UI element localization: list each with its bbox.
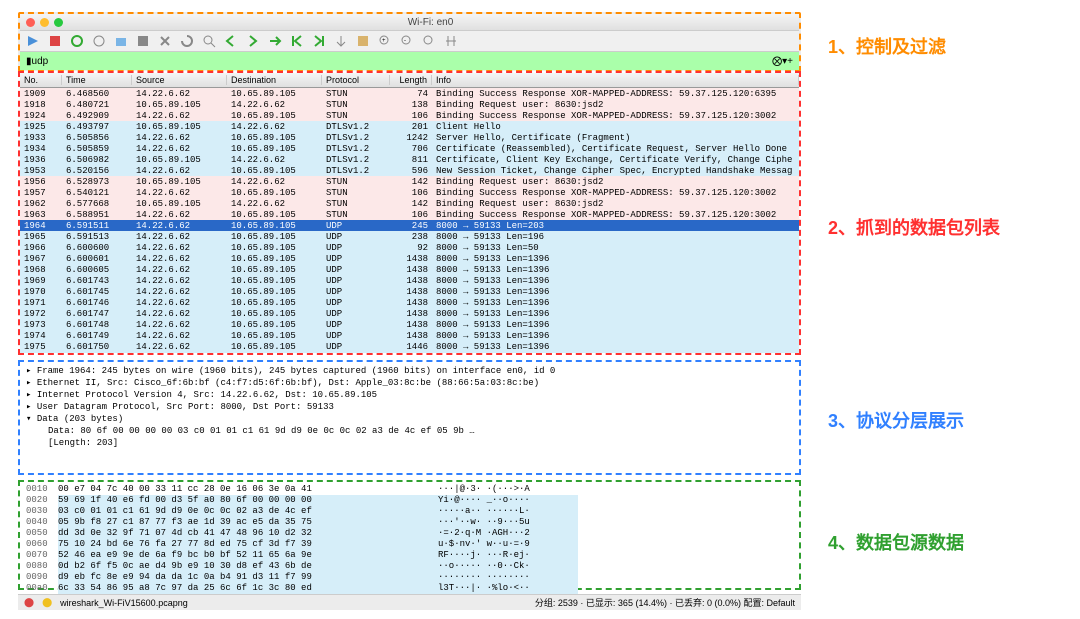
packet-row[interactable]: 19536.52015614.22.6.6210.65.89.105DTLSv1… [20,165,799,176]
packet-row[interactable]: 19686.60060514.22.6.6210.65.89.105UDP143… [20,264,799,275]
titlebar: Wi-Fi: en0 [20,14,799,30]
packet-row[interactable]: 19626.57766810.65.89.10514.22.6.62STUN14… [20,198,799,209]
col-destination[interactable]: Destination [227,75,322,85]
display-filter-bar: ▮ ⨂ ▾ + [20,52,799,70]
packet-row[interactable]: 19576.54012114.22.6.6210.65.89.105STUN10… [20,187,799,198]
packet-row[interactable]: 19726.60174714.22.6.6210.65.89.105UDP143… [20,308,799,319]
status-bar: ⬤ ⬤ wireshark_Wi-FiV15600.pcapng 分组: 253… [18,594,801,610]
annotation-3: 3、协议分层展示 [828,407,964,433]
hex-row[interactable]: 006075 10 24 bd 6e 76 fa 27 77 8d ed 75 … [26,539,793,550]
packet-row[interactable]: 19646.59151114.22.6.6210.65.89.105UDP245… [20,220,799,231]
toolbar-section: Wi-Fi: en0 + - ▮ ⨂ ▾ + [18,12,801,72]
next-icon[interactable] [246,34,260,48]
minimize-icon[interactable] [40,18,49,27]
tree-node[interactable]: [Length: 203] [26,437,793,449]
packet-row[interactable]: 19336.50585614.22.6.6210.65.89.105DTLSv1… [20,132,799,143]
reload-icon[interactable] [180,34,194,48]
packet-row[interactable]: 19666.60060014.22.6.6210.65.89.105UDP928… [20,242,799,253]
packet-row[interactable]: 19186.48072110.65.89.10514.22.6.62STUN13… [20,99,799,110]
expert-info-icon[interactable]: ⬤ [42,597,52,608]
last-icon[interactable] [312,34,326,48]
status-packets: 分组: 2539 · 已显示: 365 (14.4%) · 已丢弃: 0 (0.… [535,596,795,609]
col-length[interactable]: Length [390,75,432,85]
open-icon[interactable] [114,34,128,48]
hex-row[interactable]: 003003 c0 01 01 c1 61 9d d9 0e 0c 0c 02 … [26,506,793,517]
hex-row[interactable]: 00a06c 33 54 86 95 a8 7c 97 da 25 6c 6f … [26,583,793,594]
filter-clear-icon[interactable]: ⨂ [772,56,782,67]
packet-row[interactable]: 19766.60175114.22.6.6210.65.89.105UDP143… [20,352,799,355]
packet-details-tree[interactable]: ▸ Frame 1964: 245 bytes on wire (1960 bi… [18,360,801,475]
hex-row[interactable]: 007052 46 ea e9 9e de 6a f9 bc b0 bf 52 … [26,550,793,561]
zoom-in-icon[interactable]: + [378,34,392,48]
hex-row[interactable]: 004005 9b f8 27 c1 87 77 f3 ae 1d 39 ac … [26,517,793,528]
packet-row[interactable]: 19366.50698210.65.89.10514.22.6.62DTLSv1… [20,154,799,165]
svg-text:+: + [382,38,386,44]
col-time[interactable]: Time [62,75,132,85]
window-title: Wi-Fi: en0 [68,17,793,28]
packet-row[interactable]: 19346.50585914.22.6.6210.65.89.105DTLSv1… [20,143,799,154]
annotation-4: 4、数据包源数据 [828,529,964,555]
packet-row[interactable]: 19256.49379710.65.89.10514.22.6.62DTLSv1… [20,121,799,132]
close-file-icon[interactable] [158,34,172,48]
stop-capture-icon[interactable] [48,34,62,48]
svg-text:-: - [404,38,406,44]
col-info[interactable]: Info [432,75,799,85]
packet-row[interactable]: 19746.60174914.22.6.6210.65.89.105UDP143… [20,330,799,341]
prev-icon[interactable] [224,34,238,48]
packet-row[interactable]: 19696.60174314.22.6.6210.65.89.105UDP143… [20,275,799,286]
hex-row[interactable]: 0050dd 3d 0e 32 9f 71 07 4d cb 41 47 48 … [26,528,793,539]
packet-bytes-view[interactable]: 001000 e7 04 7c 40 00 33 11 cc 28 0e 16 … [18,480,801,590]
packet-row[interactable]: 19756.60175014.22.6.6210.65.89.105UDP144… [20,341,799,352]
tree-node[interactable]: ▸ User Datagram Protocol, Src Port: 8000… [26,401,793,413]
restart-capture-icon[interactable] [70,34,84,48]
stop-indicator-icon: ⬤ [24,597,34,608]
save-icon[interactable] [136,34,150,48]
packet-list[interactable]: No. Time Source Destination Protocol Len… [18,71,801,355]
zoom-out-icon[interactable]: - [400,34,414,48]
tree-node[interactable]: ▸ Frame 1964: 245 bytes on wire (1960 bi… [26,365,793,377]
packet-row[interactable]: 19716.60174614.22.6.6210.65.89.105UDP143… [20,297,799,308]
hex-row[interactable]: 001000 e7 04 7c 40 00 33 11 cc 28 0e 16 … [26,484,793,495]
zoom-reset-icon[interactable] [422,34,436,48]
tree-node[interactable]: ▾ Data (203 bytes) [26,413,793,425]
packet-row[interactable]: 19656.59151314.22.6.6210.65.89.105UDP238… [20,231,799,242]
hex-row[interactable]: 00800d b2 6f f5 0c ae d4 9b e9 10 30 d8 … [26,561,793,572]
packet-row[interactable]: 19246.49290914.22.6.6210.65.89.105STUN10… [20,110,799,121]
first-icon[interactable] [290,34,304,48]
hex-row[interactable]: 0090d9 eb fc 8e e9 94 da da 1c 0a b4 91 … [26,572,793,583]
annotation-1: 1、控制及过滤 [828,33,946,59]
zoom-icon[interactable] [54,18,63,27]
tree-node[interactable]: ▸ Internet Protocol Version 4, Src: 14.2… [26,389,793,401]
packet-row[interactable]: 19636.58895114.22.6.6210.65.89.105STUN10… [20,209,799,220]
packet-row[interactable]: 19676.60060114.22.6.6210.65.89.105UDP143… [20,253,799,264]
col-no[interactable]: No. [20,75,62,85]
options-icon[interactable] [92,34,106,48]
col-source[interactable]: Source [132,75,227,85]
colorize-icon[interactable] [356,34,370,48]
hex-row[interactable]: 002059 69 1f 40 e6 fd 00 d3 5f a0 80 6f … [26,495,793,506]
close-icon[interactable] [26,18,35,27]
col-protocol[interactable]: Protocol [322,75,390,85]
status-file: wireshark_Wi-FiV15600.pcapng [60,598,527,608]
resize-columns-icon[interactable] [444,34,458,48]
goto-icon[interactable] [268,34,282,48]
packet-row[interactable]: 19096.46856014.22.6.6210.65.89.105STUN74… [20,88,799,99]
tree-node[interactable]: ▸ Ethernet II, Src: Cisco_6f:6b:bf (c4:f… [26,377,793,389]
autoscroll-icon[interactable] [334,34,348,48]
annotation-2: 2、抓到的数据包列表 [828,214,1000,240]
packet-row[interactable]: 19736.60174814.22.6.6210.65.89.105UDP143… [20,319,799,330]
packet-row[interactable]: 19566.52897310.65.89.10514.22.6.62STUN14… [20,176,799,187]
packet-row[interactable]: 19706.60174514.22.6.6210.65.89.105UDP143… [20,286,799,297]
start-capture-icon[interactable] [26,34,40,48]
packet-list-header: No. Time Source Destination Protocol Len… [20,73,799,88]
find-icon[interactable] [202,34,216,48]
toolbar: + - [20,30,799,52]
filter-add-icon[interactable]: + [787,56,793,67]
display-filter-input[interactable] [32,56,773,67]
tree-node[interactable]: Data: 80 6f 00 00 00 00 03 c0 01 01 c1 6… [26,425,793,437]
